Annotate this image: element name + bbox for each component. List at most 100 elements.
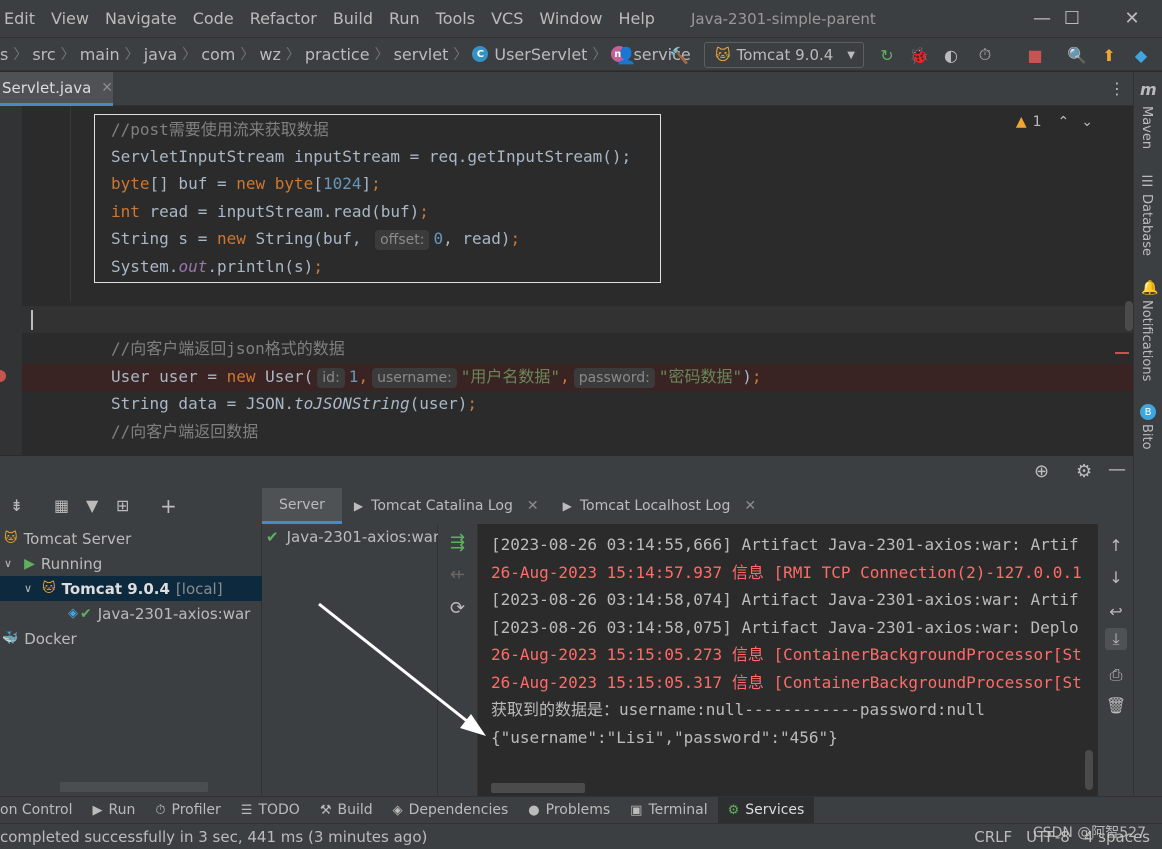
breadcrumb-item[interactable]: UserServlet	[494, 45, 587, 64]
gear-icon[interactable]: ⚙	[1076, 461, 1092, 482]
collapse-all-icon[interactable]: ⇟	[10, 496, 23, 515]
menu-navigate[interactable]: Navigate	[97, 9, 185, 28]
tree-item-tomcat-instance[interactable]: ∨ 🐱 Tomcat 9.0.4 [local]	[0, 576, 262, 601]
close-icon[interactable]: ✕	[101, 80, 113, 96]
database-tool-button[interactable]: Database	[1139, 194, 1154, 256]
chevron-down-icon[interactable]: ∨	[24, 582, 32, 595]
breadcrumb-item[interactable]: src	[32, 45, 55, 64]
maven-tool-button[interactable]: Maven	[1139, 106, 1154, 149]
console-vertical-scrollbar[interactable]	[1085, 750, 1093, 790]
user-icon[interactable]: 👤	[615, 44, 637, 66]
hammer-icon[interactable]: 🔨	[668, 44, 690, 66]
menu-vcs[interactable]: VCS	[483, 9, 531, 28]
stop-icon[interactable]: ■	[1024, 44, 1046, 66]
breadcrumb-item[interactable]: servlet	[394, 45, 449, 64]
deployment-item[interactable]: ✔ Java-2301-axios:war	[266, 528, 439, 546]
menu-code[interactable]: Code	[185, 9, 242, 28]
rerun-icon[interactable]: ↻	[876, 44, 898, 66]
tool-run[interactable]: ▶ Run	[83, 797, 146, 824]
breadcrumb-item[interactable]: practice	[305, 45, 370, 64]
parameter-hint: username:	[372, 368, 457, 388]
tab-label: Servlet.java	[2, 78, 92, 97]
chevron-up-icon[interactable]: ⌃	[1058, 114, 1070, 130]
profile-icon[interactable]: ⏱	[974, 44, 996, 66]
console-icon: ▶	[353, 499, 364, 513]
project-title: Java-2301-simple-parent	[690, 9, 876, 28]
tab-localhost-log[interactable]: ▶ Tomcat Localhost Log ✕	[551, 488, 769, 524]
print-icon[interactable]: ⎙	[1105, 664, 1127, 686]
tree-item-running[interactable]: ∨ ▶ Running	[0, 551, 262, 576]
menu-edit[interactable]: Edit	[0, 9, 43, 28]
breadcrumb-item[interactable]: java	[144, 45, 178, 64]
more-tabs-icon[interactable]: ⋮	[1109, 79, 1125, 98]
close-window-button[interactable]: ✕	[1112, 0, 1152, 37]
editor-scrollbar[interactable]	[1125, 301, 1133, 331]
bito-tool-button[interactable]: Bito	[1139, 424, 1154, 450]
console-line: 获取到的数据是：username:null------------passwor…	[491, 700, 986, 719]
refresh-icon[interactable]: ⟳	[450, 598, 465, 619]
tool-build[interactable]: ⚒ Build	[310, 797, 383, 824]
minimize-panel-icon[interactable]: —	[1108, 459, 1126, 480]
tool-version-control[interactable]: on Control	[0, 797, 83, 824]
add-icon[interactable]: +	[160, 494, 177, 518]
chevron-down-icon[interactable]: ⌄	[1081, 114, 1093, 130]
chevron-right-icon: 〉	[285, 47, 300, 63]
tab-userservlet-java[interactable]: Servlet.java ✕	[0, 72, 113, 106]
deploy-icon[interactable]: ⇶	[450, 532, 465, 553]
update-icon[interactable]: ⬆	[1098, 44, 1120, 66]
scroll-to-end-icon[interactable]: ⤓	[1105, 628, 1127, 650]
debug-icon[interactable]: 🐞	[908, 44, 930, 66]
arrow-up-icon[interactable]: ↑	[1105, 534, 1127, 556]
menu-build[interactable]: Build	[325, 9, 381, 28]
soft-wrap-icon[interactable]: ↩	[1105, 600, 1127, 622]
coverage-icon[interactable]: ◐	[940, 44, 962, 66]
menu-refactor[interactable]: Refactor	[242, 9, 325, 28]
code-editor[interactable]: //post需要使用流来获取数据 ServletInputStream inpu…	[0, 106, 1133, 455]
tree-item-artifact[interactable]: ◈ ✔ Java-2301-axios:war	[0, 601, 262, 626]
plugin-icon[interactable]: ◆	[1130, 44, 1152, 66]
tool-dependencies[interactable]: ◈ Dependencies	[383, 797, 519, 824]
breadcrumb-item[interactable]: com	[201, 45, 235, 64]
maximize-button[interactable]: ☐	[1052, 0, 1092, 37]
tool-todo[interactable]: ☰ TODO	[231, 797, 310, 824]
breadcrumb-item[interactable]: wz	[259, 45, 280, 64]
new-tab-icon[interactable]: ⊞	[116, 496, 129, 515]
close-icon[interactable]: ✕	[527, 498, 539, 514]
tool-terminal[interactable]: ▣ Terminal	[620, 797, 717, 824]
close-icon[interactable]: ✕	[744, 498, 756, 514]
console-horizontal-scrollbar[interactable]	[491, 783, 585, 793]
notifications-tool-button[interactable]: Notifications	[1139, 300, 1154, 381]
chevron-down-icon[interactable]: ∨	[4, 557, 12, 570]
code-line: User user = new User(id: 1, username: "用户名数…	[111, 367, 762, 388]
search-icon[interactable]: 🔍	[1066, 44, 1088, 66]
code-line: //post需要使用流来获取数据	[111, 120, 329, 139]
tool-profiler[interactable]: ⏱ Profiler	[145, 797, 230, 824]
tree-scrollbar[interactable]	[60, 782, 208, 792]
error-stripe-mark[interactable]	[1115, 352, 1129, 354]
arrow-down-icon[interactable]: ↓	[1105, 566, 1127, 588]
menu-run[interactable]: Run	[381, 9, 428, 28]
tree-item-tomcat-server[interactable]: 🐱 Tomcat Server	[0, 526, 262, 551]
breadcrumb-item[interactable]: main	[80, 45, 120, 64]
line-separator-widget[interactable]: CRLF	[974, 828, 1012, 846]
group-icon[interactable]: ▦	[54, 496, 69, 515]
menu-tools[interactable]: Tools	[428, 9, 483, 28]
menu-view[interactable]: View	[43, 9, 97, 28]
menu-window[interactable]: Window	[531, 9, 610, 28]
tab-server[interactable]: Server	[262, 488, 342, 524]
tree-item-docker[interactable]: 🐳 Docker	[0, 626, 262, 651]
tool-services[interactable]: ⚙ Services	[717, 796, 815, 824]
undeploy-icon[interactable]: ⇷	[450, 564, 465, 585]
console-line: [2023-08-26 03:14:58,074] Artifact Java-…	[491, 590, 1079, 609]
filter-icon[interactable]: ▼	[86, 496, 98, 515]
breadcrumb-item[interactable]: s	[0, 45, 8, 64]
run-configuration-select[interactable]: 🐱 Tomcat 9.0.4 ▼	[704, 42, 864, 68]
menu-help[interactable]: Help	[610, 9, 662, 28]
console-output[interactable]: [2023-08-26 03:14:55,666] Artifact Java-…	[478, 524, 1098, 796]
target-icon[interactable]: ⊕	[1034, 461, 1049, 482]
trash-icon[interactable]: 🗑	[1105, 694, 1127, 716]
tool-problems[interactable]: ● Problems	[518, 797, 620, 824]
tab-catalina-log[interactable]: ▶ Tomcat Catalina Log ✕	[342, 488, 551, 524]
checkmark-icon: ✔	[266, 528, 279, 546]
inspection-widget[interactable]: ▲ 1 ⌃ ⌄	[1016, 114, 1093, 130]
